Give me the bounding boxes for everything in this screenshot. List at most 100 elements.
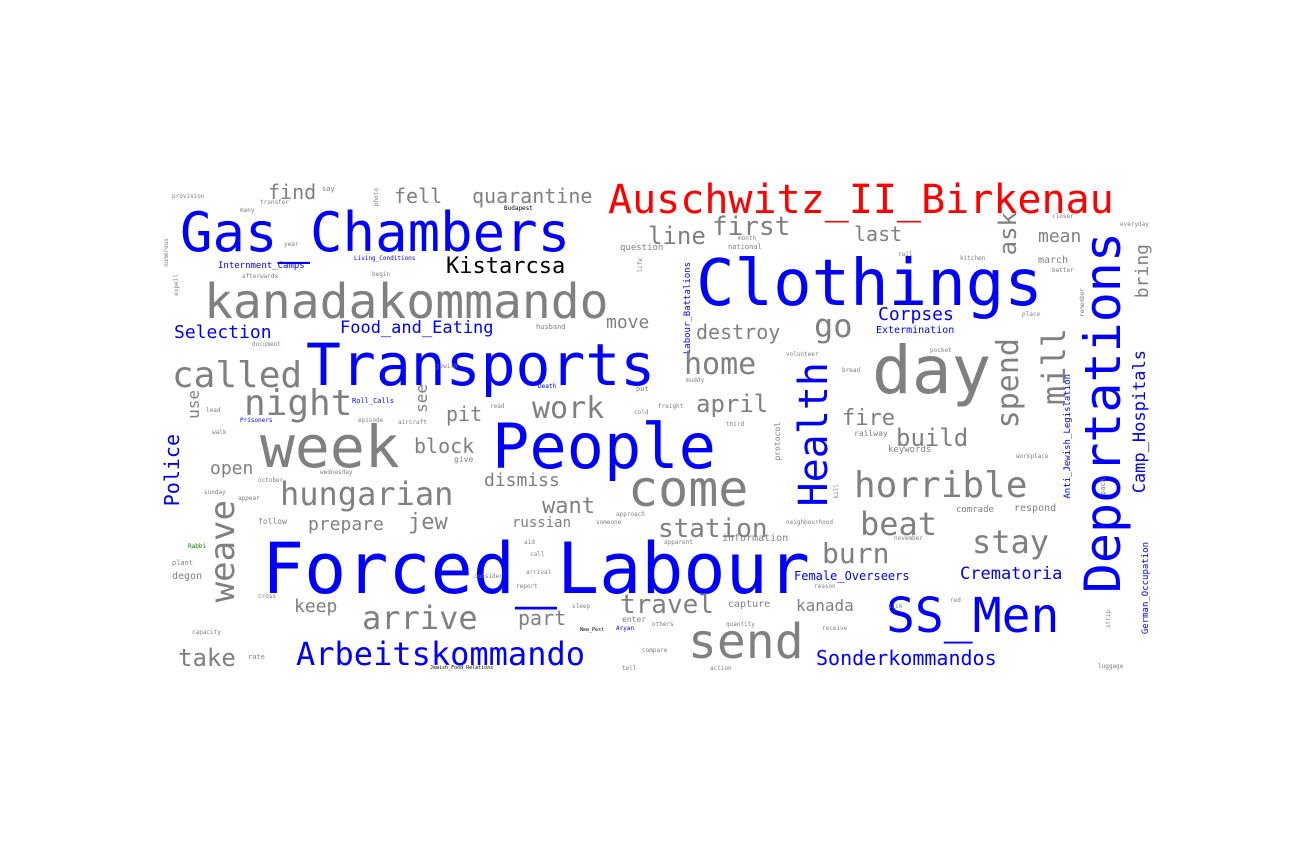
- word-neighbourhood: neighbourhood: [786, 519, 833, 526]
- word-gas-chambers: Gas_Chambers: [180, 201, 571, 264]
- word-home: home: [684, 347, 757, 382]
- word-appear: appear: [238, 495, 260, 502]
- word-bring: bring: [1132, 244, 1153, 299]
- word-move: move: [606, 312, 650, 333]
- word-crematoria: Crematoria: [960, 564, 1063, 584]
- word-kistarcsa: Kistarcsa: [446, 254, 566, 279]
- word-jew: jew: [408, 510, 448, 535]
- word-follow: follow: [258, 517, 287, 526]
- word-weave: weave: [203, 500, 243, 603]
- word-november: november: [894, 535, 923, 542]
- word-protocol: protocol: [773, 422, 782, 461]
- word-put: put: [636, 385, 649, 393]
- word-russian: russian: [512, 515, 572, 531]
- word-living-conditions: Living_Conditions: [354, 255, 416, 262]
- word-auschwitz: Auschwitz_II_Birkenau: [608, 178, 1114, 223]
- word-compare: compare: [642, 647, 668, 654]
- word-pit: pit: [446, 402, 483, 426]
- word-sleep: sleep: [572, 603, 591, 610]
- word-comrade: comrade: [956, 505, 994, 515]
- word-selection: Selection: [174, 322, 272, 343]
- word-sunday: sunday: [204, 489, 226, 496]
- word-german-occupation: German_Occupation: [1141, 542, 1151, 635]
- word-kanada: kanada: [796, 596, 854, 615]
- word-aircraft: aircraft: [398, 419, 427, 426]
- word-burn: burn: [822, 537, 890, 570]
- word-transfer: transfer: [260, 199, 289, 206]
- word-expell: expell: [173, 274, 180, 296]
- word-pocket: pocket: [930, 347, 952, 354]
- word-kill: kill: [833, 484, 840, 499]
- word-better: better: [1052, 267, 1074, 274]
- word-week: week: [260, 413, 400, 481]
- word-give: give: [454, 455, 474, 464]
- word-cross: cross: [258, 593, 277, 600]
- word-horrible: horrible: [854, 465, 1028, 506]
- word-jewish-food: Jewish_Food_Relations: [430, 665, 494, 671]
- word-year: year: [284, 241, 299, 248]
- word-many: many: [240, 207, 255, 214]
- word-say: say: [322, 185, 335, 193]
- word-report: report: [516, 583, 538, 590]
- word-sick: sick: [888, 603, 903, 610]
- word-freight: freight: [658, 403, 684, 410]
- word-walk: walk: [212, 429, 227, 436]
- word-pack: pack: [1099, 478, 1107, 495]
- word-corpses: Corpses: [878, 304, 954, 325]
- word-night: night: [244, 383, 353, 424]
- word-last: last: [854, 222, 903, 246]
- word-enter: enter: [622, 615, 647, 624]
- word-new-pest: New_Pest: [580, 627, 605, 633]
- word-see: see: [412, 384, 431, 413]
- word-others: others: [652, 621, 674, 628]
- word-cloud: Auschwitz_II_Birkenau Gas_Chambers Cloth…: [162, 178, 1158, 680]
- word-part: part: [518, 606, 567, 630]
- word-quarantine: quarantine: [472, 184, 593, 208]
- word-month: month: [738, 235, 757, 242]
- word-open: open: [210, 458, 254, 479]
- word-arrive: arrive: [362, 599, 478, 637]
- word-respond: respond: [1014, 503, 1057, 514]
- word-april: april: [696, 390, 769, 418]
- word-closer: closer: [1052, 213, 1074, 220]
- word-plant: plant: [172, 559, 194, 567]
- word-document: document: [252, 341, 281, 348]
- word-episode: episode: [358, 417, 384, 424]
- word-use: use: [184, 390, 203, 419]
- word-workplace: workplace: [1016, 453, 1049, 460]
- word-degon: degon: [172, 571, 203, 582]
- word-national: national: [728, 243, 762, 251]
- word-railway: railway: [854, 429, 888, 438]
- word-approach: approach: [616, 511, 645, 518]
- word-begin: begin: [372, 271, 391, 278]
- word-lead: lead: [206, 407, 221, 414]
- word-aryan: Aryan: [616, 625, 635, 632]
- word-consider: consider: [474, 573, 503, 580]
- word-food-and-eating: Food_and_Eating: [340, 318, 494, 338]
- word-ask: ask: [994, 212, 1022, 256]
- word-afterwards: afterwards: [242, 273, 279, 280]
- word-spend: spend: [991, 338, 1026, 429]
- word-jewish: jewish: [436, 363, 458, 370]
- word-arrival: arrival: [526, 569, 552, 576]
- word-dismiss: dismiss: [484, 470, 560, 491]
- word-volunteer: volunteer: [786, 351, 819, 358]
- word-wednesday: wednesday: [320, 469, 353, 476]
- word-third: third: [726, 421, 745, 428]
- word-provision: provision: [172, 193, 205, 200]
- word-october: october: [258, 477, 284, 484]
- word-go: go: [814, 307, 853, 345]
- word-luggage: luggage: [1098, 663, 1124, 670]
- word-red: red: [950, 597, 961, 604]
- word-health: Health: [791, 362, 837, 507]
- word-fell: fell: [394, 184, 443, 208]
- word-information: information: [722, 533, 789, 544]
- word-come: come: [628, 460, 749, 518]
- word-deportations: Deportations: [1074, 232, 1132, 594]
- word-question: question: [620, 243, 664, 253]
- word-read: read: [490, 403, 505, 410]
- word-call: call: [530, 551, 545, 558]
- word-prepare: prepare: [308, 514, 384, 535]
- word-someone: someone: [596, 519, 622, 526]
- word-take: take: [178, 644, 236, 672]
